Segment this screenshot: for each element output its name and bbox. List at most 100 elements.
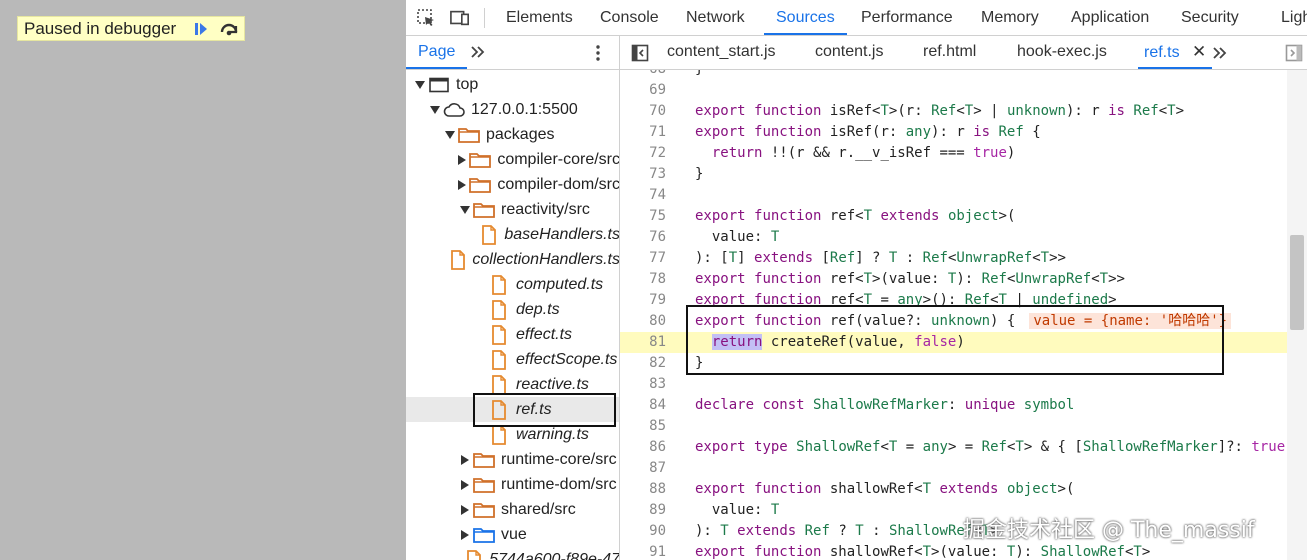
expand-arrow-down-icon[interactable] xyxy=(414,79,426,91)
tree-item[interactable]: 127.0.0.1:5500 xyxy=(406,97,619,122)
editor-tab-ref-ts[interactable]: ref.ts ✕ xyxy=(1138,36,1213,69)
tree-item[interactable]: runtime-core/src xyxy=(406,447,619,472)
tree-item[interactable]: warning.ts xyxy=(406,422,619,447)
more-options-icon[interactable] xyxy=(590,43,606,63)
code-line: 73}} xyxy=(620,164,1287,185)
file-icon xyxy=(488,324,510,345)
tree-item[interactable]: reactivity/src xyxy=(406,197,619,222)
expand-arrow-right-icon[interactable] xyxy=(459,504,471,516)
tree-arrow-spacer xyxy=(474,429,486,441)
toggle-navigator-icon[interactable] xyxy=(630,43,650,63)
code-text: export function isRef(r: any): r is Ref … xyxy=(695,124,1041,140)
tree-item[interactable]: compiler-dom/src xyxy=(406,172,619,197)
tree-item[interactable]: dep.ts xyxy=(406,297,619,322)
tree-item[interactable]: baseHandlers.ts xyxy=(406,222,619,247)
tree-item-label: vue xyxy=(501,525,527,543)
code-text: export function shallowRef<T extends obj… xyxy=(695,481,1075,497)
editor-scrollbar[interactable] xyxy=(1287,70,1307,560)
line-number[interactable]: 86 xyxy=(620,437,666,458)
line-number[interactable]: 76 xyxy=(620,227,666,248)
editor-tab-hook-exec-js[interactable]: hook-exec.js xyxy=(1017,36,1107,69)
line-number[interactable]: 71 xyxy=(620,122,666,143)
editor-tab-content-start-js[interactable]: content_start.js xyxy=(667,36,776,69)
line-number[interactable]: 78 xyxy=(620,269,666,290)
line-number[interactable]: 87 xyxy=(620,458,666,479)
more-editor-tabs-chevron-icon[interactable] xyxy=(1210,43,1230,63)
tab-performance[interactable]: Performance xyxy=(861,0,953,35)
tree-item[interactable]: top xyxy=(406,72,619,97)
folder-icon xyxy=(473,201,495,219)
device-toolbar-icon[interactable] xyxy=(450,8,470,28)
tree-item[interactable]: collectionHandlers.ts xyxy=(406,247,619,272)
line-number[interactable]: 91 xyxy=(620,542,666,560)
line-number[interactable]: 84 xyxy=(620,395,666,416)
tab-page[interactable]: Page xyxy=(406,36,468,69)
line-number[interactable]: 72 xyxy=(620,143,666,164)
tab-sources[interactable]: Sources xyxy=(764,0,847,35)
tree-item[interactable]: shared/src xyxy=(406,497,619,522)
tree-item[interactable]: 5744a600-f89e-47 xyxy=(406,547,619,560)
tree-item[interactable]: reactive.ts xyxy=(406,372,619,397)
expand-arrow-down-icon[interactable] xyxy=(444,129,456,141)
line-number[interactable]: 73 xyxy=(620,164,666,185)
editor-tab-content-js[interactable]: content.js xyxy=(815,36,883,69)
tab-elements[interactable]: Elements xyxy=(506,0,573,35)
close-tab-icon[interactable]: ✕ xyxy=(1192,42,1206,61)
toolbar-divider xyxy=(484,8,485,28)
line-number[interactable]: 82 xyxy=(620,353,666,374)
more-tabs-chevron-icon[interactable] xyxy=(468,42,488,62)
tree-item-label: runtime-dom/src xyxy=(501,475,617,493)
tab-network[interactable]: Network xyxy=(686,0,745,35)
line-number[interactable]: 70 xyxy=(620,101,666,122)
inspect-element-icon[interactable] xyxy=(416,8,436,28)
tree-item[interactable]: compiler-core/src xyxy=(406,147,619,172)
expand-arrow-right-icon[interactable] xyxy=(459,454,471,466)
page-viewport: Paused in debugger xyxy=(0,0,406,560)
line-number[interactable]: 69 xyxy=(620,80,666,101)
expand-arrow-right-icon[interactable] xyxy=(459,479,471,491)
tab-application[interactable]: Application xyxy=(1071,0,1149,35)
line-number[interactable]: 85 xyxy=(620,416,666,437)
tree-item[interactable]: vue xyxy=(406,522,619,547)
tree-item[interactable]: computed.ts xyxy=(406,272,619,297)
expand-arrow-right-icon[interactable] xyxy=(456,179,467,191)
tree-item[interactable]: ref.ts xyxy=(406,397,619,422)
line-number[interactable]: 83 xyxy=(620,374,666,395)
expand-arrow-down-icon[interactable] xyxy=(429,104,441,116)
source-editor[interactable]: 68}}6970export function isRef<T>(r: Ref<… xyxy=(620,70,1307,560)
code-line: 74 xyxy=(620,185,1287,206)
tree-item[interactable]: effectScope.ts xyxy=(406,347,619,372)
expand-arrow-right-icon[interactable] xyxy=(459,529,471,541)
file-icon xyxy=(488,374,510,395)
resume-icon[interactable] xyxy=(190,18,212,40)
line-number[interactable]: 88 xyxy=(620,479,666,500)
line-number[interactable]: 75 xyxy=(620,206,666,227)
line-number[interactable]: 80 xyxy=(620,311,666,332)
folder-icon xyxy=(473,526,495,544)
line-number[interactable]: 89 xyxy=(620,500,666,521)
code-line: 71 export function isRef(r: any): r is Re… xyxy=(620,122,1287,143)
line-number[interactable]: 77 xyxy=(620,248,666,269)
line-number[interactable]: 74 xyxy=(620,185,666,206)
file-icon xyxy=(450,249,466,270)
scrollbar-thumb[interactable] xyxy=(1290,235,1304,330)
tree-item[interactable]: runtime-dom/src xyxy=(406,472,619,497)
step-over-icon[interactable] xyxy=(218,18,240,40)
tab-console[interactable]: Console xyxy=(600,0,659,35)
tree-item[interactable]: effect.ts xyxy=(406,322,619,347)
file-icon xyxy=(488,274,510,295)
expand-arrow-right-icon[interactable] xyxy=(456,154,467,166)
code-text: export function ref(value?: unknown) {va… xyxy=(695,311,1232,332)
tab-memory[interactable]: Memory xyxy=(981,0,1039,35)
line-number[interactable]: 79 xyxy=(620,290,666,311)
line-number[interactable]: 81 xyxy=(620,332,666,353)
toggle-debugger-sidebar-icon[interactable] xyxy=(1284,43,1304,63)
editor-tab-ref-html[interactable]: ref.html xyxy=(923,36,976,69)
tab-security[interactable]: Security xyxy=(1181,0,1239,35)
line-number[interactable]: 90 xyxy=(620,521,666,542)
tab-lighthouse[interactable]: Ligh xyxy=(1281,0,1307,35)
editor-tab-label: ref.ts xyxy=(1144,44,1180,61)
line-number[interactable]: 68 xyxy=(620,70,666,80)
expand-arrow-down-icon[interactable] xyxy=(459,204,471,216)
tree-item[interactable]: packages xyxy=(406,122,619,147)
